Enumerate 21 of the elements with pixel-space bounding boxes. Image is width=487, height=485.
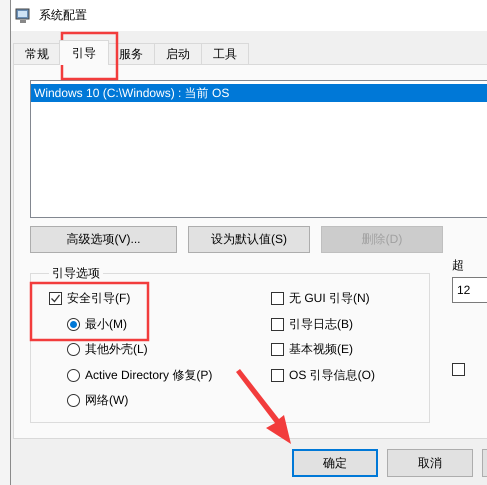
option-label: 其他外壳(L) xyxy=(85,341,148,358)
option-label: 网络(W) xyxy=(85,392,128,410)
tab[interactable]: 常规 xyxy=(13,43,61,64)
option-label: 安全引导(F) xyxy=(67,290,130,308)
option-label: 基本视频(E) xyxy=(289,341,353,358)
option-label: OS 引导信息(O) xyxy=(289,366,375,384)
timeout-label: 超 xyxy=(452,257,464,274)
option-label: Active Directory 修复(P) xyxy=(85,366,212,384)
list-item[interactable]: Windows 10 (C:\Windows) : 当前 OS xyxy=(31,84,487,102)
tab[interactable]: 工具 xyxy=(201,43,249,64)
group-title: 引导选项 xyxy=(51,265,101,282)
option-label: 引导日志(B) xyxy=(289,316,353,333)
button[interactable]: 取消 xyxy=(387,449,473,477)
button[interactable]: 确定 xyxy=(292,449,378,477)
tab[interactable]: 引导 xyxy=(59,40,109,65)
window-title: 系统配置 xyxy=(39,7,87,24)
option-label: 无 GUI 引导(N) xyxy=(289,290,370,308)
button[interactable]: 高级选项(V)... xyxy=(30,226,177,253)
button[interactable]: 设为默认值(S) xyxy=(188,226,310,253)
option-label: 最小(M) xyxy=(85,316,127,333)
timeout-field[interactable]: 12 xyxy=(452,277,487,303)
